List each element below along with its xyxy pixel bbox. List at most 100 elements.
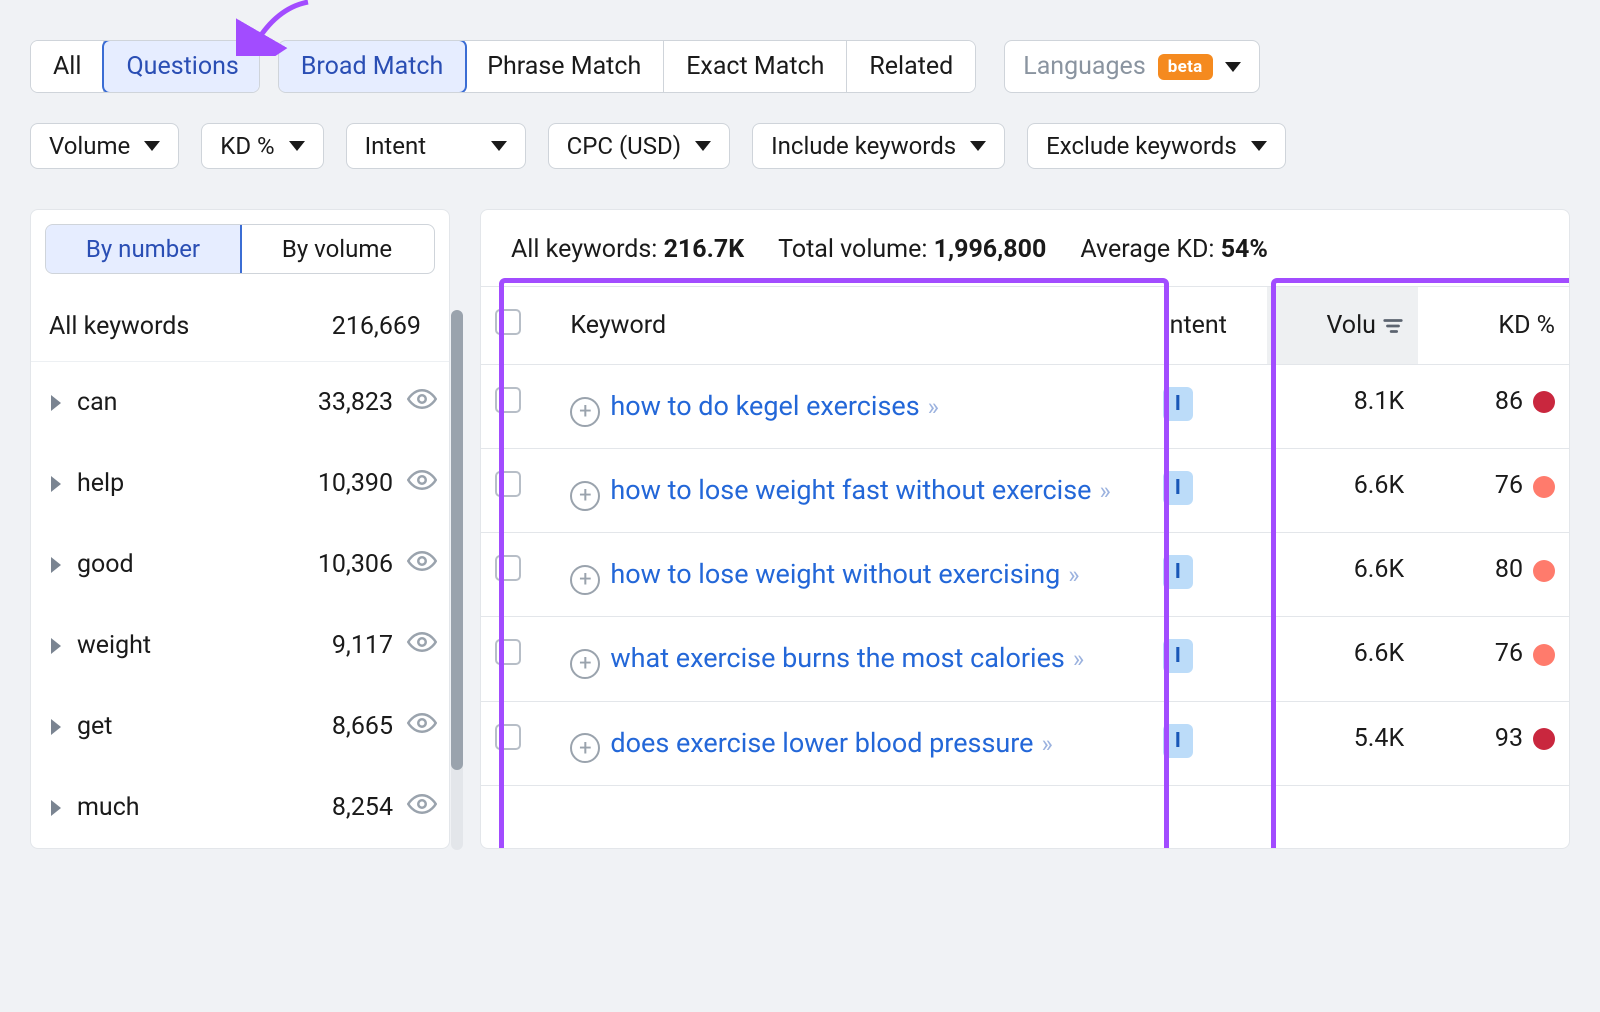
expand-keyword-icon[interactable]: + — [570, 565, 600, 595]
intent-badge: I — [1163, 387, 1193, 421]
col-intent[interactable]: Intent — [1149, 287, 1267, 365]
keyword-group-item[interactable]: can 33,823 — [31, 362, 449, 443]
chevron-down-icon — [970, 141, 986, 151]
keyword-group-word: help — [77, 469, 124, 498]
keyword-group-count: 10,306 — [318, 550, 393, 579]
eye-icon[interactable] — [407, 384, 437, 421]
keyword-row: + how to lose weight without exercising » I… — [481, 533, 1569, 617]
double-chevron-icon[interactable]: » — [1068, 561, 1079, 589]
eye-icon[interactable] — [407, 546, 437, 583]
keyword-group-word: can — [77, 388, 118, 417]
keyword-link[interactable]: what exercise burns the most calories — [610, 642, 1064, 674]
tab-phrase-match[interactable]: Phrase Match — [465, 41, 664, 92]
double-chevron-icon[interactable]: » — [1100, 477, 1111, 505]
kd-difficulty-dot — [1533, 728, 1555, 750]
expand-keyword-icon[interactable]: + — [570, 733, 600, 763]
kd-value: 76 — [1495, 639, 1523, 668]
row-checkbox[interactable] — [495, 471, 521, 497]
chevron-right-icon — [51, 800, 61, 816]
expand-keyword-icon[interactable]: + — [570, 649, 600, 679]
col-kd[interactable]: KD % — [1418, 287, 1569, 365]
filter-cpc[interactable]: CPC (USD) — [548, 123, 730, 169]
keyword-group-item[interactable]: get 8,665 — [31, 686, 449, 767]
keyword-link[interactable]: does exercise lower blood pressure — [610, 727, 1033, 759]
eye-icon[interactable] — [407, 465, 437, 502]
filter-exclude-keywords[interactable]: Exclude keywords — [1027, 123, 1286, 169]
expand-keyword-icon[interactable]: + — [570, 481, 600, 511]
keyword-table: All keywords: 216.7K Total volume: 1,996… — [480, 209, 1570, 849]
keyword-group-word: much — [77, 793, 140, 822]
kd-value: 76 — [1495, 471, 1523, 500]
keyword-group-count: 9,117 — [332, 631, 393, 660]
filter-volume[interactable]: Volume — [30, 123, 179, 169]
languages-dropdown[interactable]: Languages beta — [1004, 40, 1259, 93]
keyword-group-count: 33,823 — [318, 388, 393, 417]
keyword-group-item[interactable]: weight 9,117 — [31, 605, 449, 686]
toggle-by-number[interactable]: By number — [45, 224, 242, 274]
beta-badge: beta — [1158, 54, 1213, 80]
double-chevron-icon[interactable]: » — [1073, 645, 1084, 673]
chevron-right-icon — [51, 638, 61, 654]
filter-include-keywords[interactable]: Include keywords — [752, 123, 1005, 169]
keyword-group-item[interactable]: much 8,254 — [31, 767, 449, 848]
chevron-right-icon — [51, 395, 61, 411]
languages-label: Languages — [1023, 52, 1146, 81]
keyword-group-word: get — [77, 712, 112, 741]
tab-related[interactable]: Related — [847, 41, 975, 92]
kd-difficulty-dot — [1533, 391, 1555, 413]
eye-icon[interactable] — [407, 627, 437, 664]
volume-value: 6.6K — [1267, 449, 1418, 533]
eye-icon[interactable] — [407, 789, 437, 826]
kd-value: 93 — [1495, 724, 1523, 753]
chevron-down-icon — [289, 141, 305, 151]
toggle-by-volume[interactable]: By volume — [240, 225, 434, 273]
eye-icon[interactable] — [407, 708, 437, 745]
keyword-group-count: 10,390 — [318, 469, 393, 498]
tab-questions[interactable]: Questions — [102, 40, 259, 93]
col-volume[interactable]: Volu — [1267, 287, 1418, 365]
keyword-link[interactable]: how to lose weight fast without exercise — [610, 474, 1091, 506]
tab-all[interactable]: All — [31, 41, 104, 92]
intent-badge: I — [1163, 724, 1193, 758]
tab-broad-match[interactable]: Broad Match — [278, 40, 467, 93]
keyword-type-tabs: All Questions Broad Match Phrase Match E… — [30, 40, 1570, 93]
chevron-down-icon — [491, 141, 507, 151]
keyword-group-word: weight — [77, 631, 151, 660]
volume-value: 6.6K — [1267, 617, 1418, 701]
kd-value: 86 — [1495, 387, 1523, 416]
all-keywords-count: 216,669 — [332, 312, 421, 341]
filter-intent[interactable]: Intent — [346, 123, 526, 169]
expand-keyword-icon[interactable]: + — [570, 397, 600, 427]
keyword-group-count: 8,254 — [332, 793, 393, 822]
chevron-right-icon — [51, 476, 61, 492]
chevron-right-icon — [51, 719, 61, 735]
chevron-right-icon — [51, 557, 61, 573]
chevron-down-icon — [695, 141, 711, 151]
keyword-link[interactable]: how to lose weight without exercising — [610, 558, 1060, 590]
keyword-link[interactable]: how to do kegel exercises — [610, 390, 919, 422]
keyword-group-item[interactable]: help 10,390 — [31, 443, 449, 524]
double-chevron-icon[interactable]: » — [928, 393, 939, 421]
volume-value: 6.6K — [1267, 533, 1418, 617]
col-keyword[interactable]: Keyword — [556, 287, 1148, 365]
chevron-down-icon — [1251, 141, 1267, 151]
row-checkbox[interactable] — [495, 724, 521, 750]
all-keywords-label: All keywords — [49, 312, 189, 341]
tab-exact-match[interactable]: Exact Match — [664, 41, 847, 92]
intent-badge: I — [1163, 555, 1193, 589]
summary-bar: All keywords: 216.7K Total volume: 1,996… — [481, 235, 1569, 286]
keyword-group-item[interactable]: good10,306 — [31, 524, 449, 605]
row-checkbox[interactable] — [495, 555, 521, 581]
row-checkbox[interactable] — [495, 387, 521, 413]
keyword-group-count: 8,665 — [332, 712, 393, 741]
all-keywords-row[interactable]: All keywords 216,669 — [31, 292, 449, 362]
select-all-checkbox[interactable] — [495, 309, 521, 335]
row-checkbox[interactable] — [495, 639, 521, 665]
double-chevron-icon[interactable]: » — [1042, 730, 1053, 758]
filter-kd[interactable]: KD % — [201, 123, 323, 169]
scrollbar-thumb[interactable] — [451, 310, 463, 770]
keyword-row: +does exercise lower blood pressure»I5.4… — [481, 701, 1569, 785]
volume-value: 8.1K — [1267, 365, 1418, 449]
intent-badge: I — [1163, 639, 1193, 673]
keyword-row: + how to do kegel exercises » I 8.1K 86 — [481, 365, 1569, 449]
